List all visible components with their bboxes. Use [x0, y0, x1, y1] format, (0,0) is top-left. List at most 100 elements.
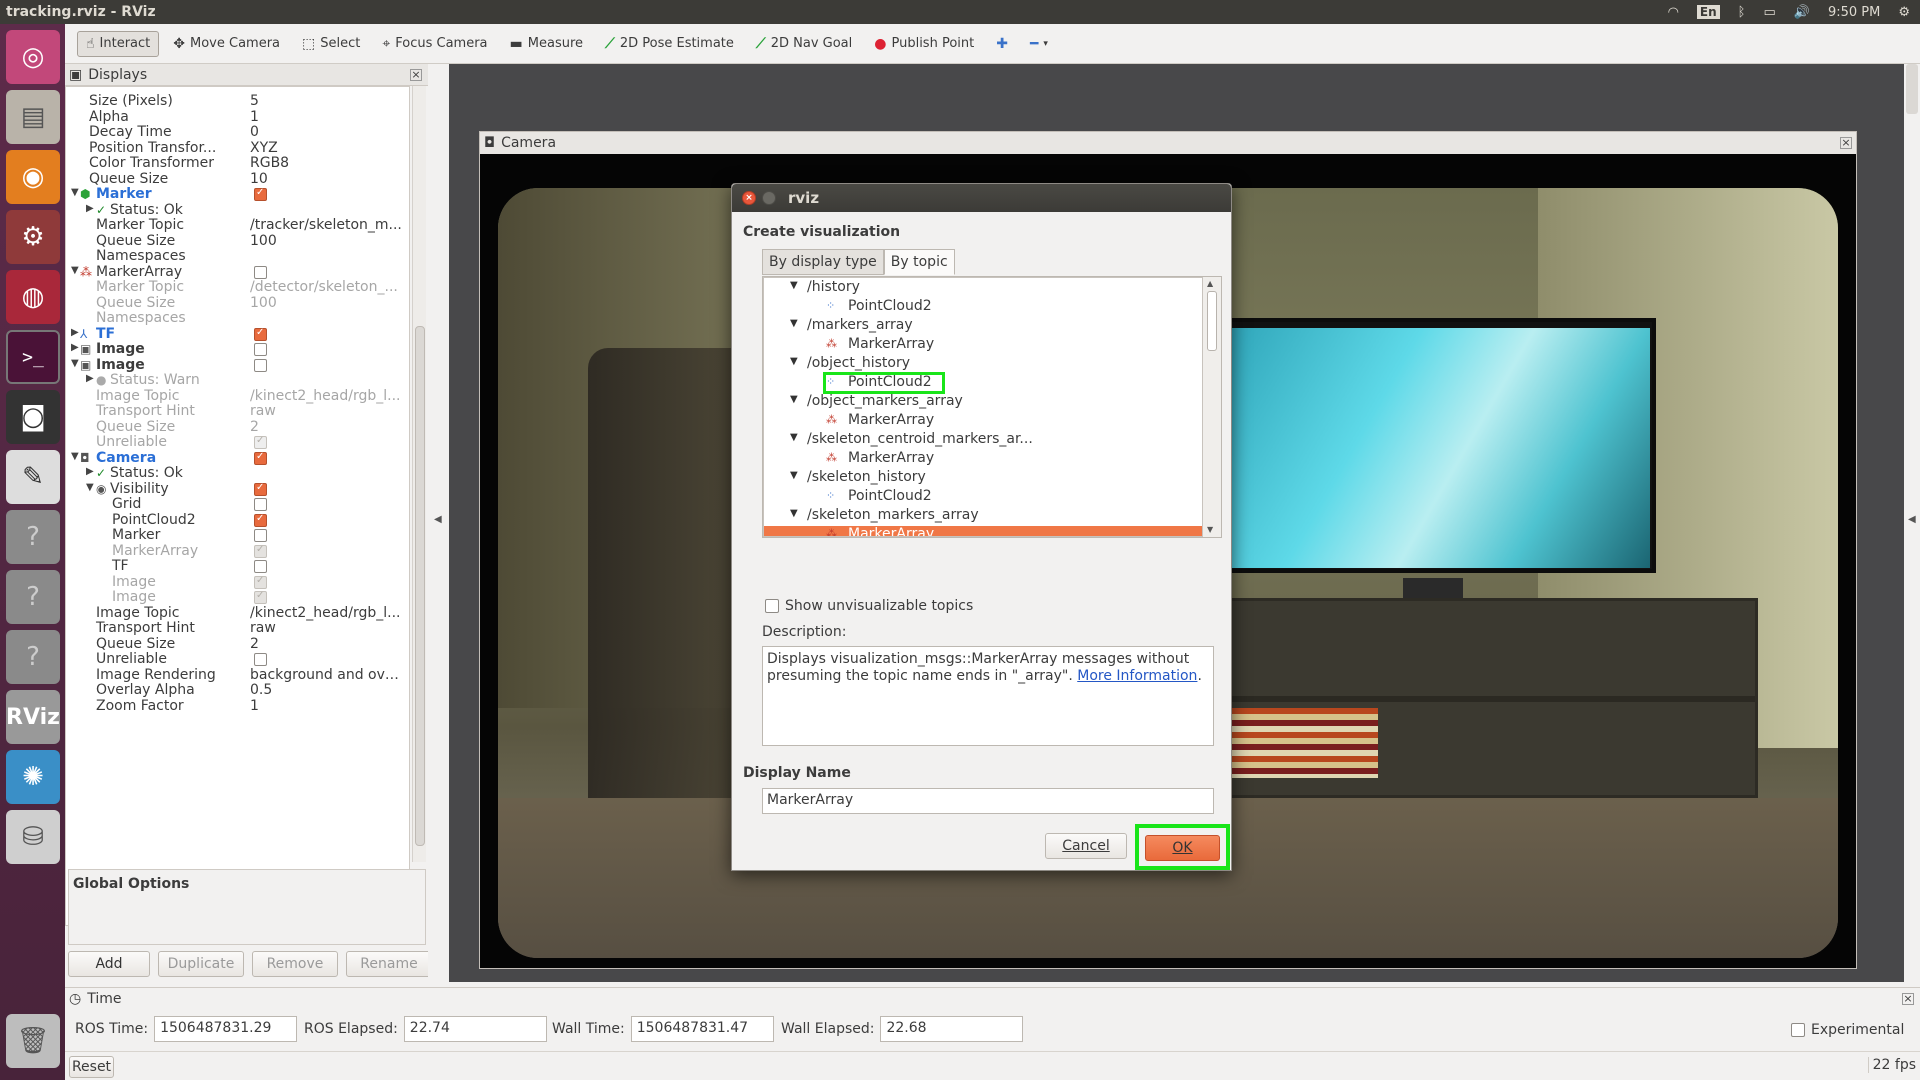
property-row[interactable]: Zoom Factor 1 — [66, 698, 409, 717]
experimental-toggle[interactable]: Experimental — [1791, 1022, 1904, 1038]
unknown-app-icon[interactable]: ? — [6, 510, 60, 564]
unreliable-checkbox[interactable] — [254, 653, 267, 666]
unknown-app-icon[interactable]: ? — [6, 570, 60, 624]
wifi-icon[interactable]: ◠ — [1668, 5, 1679, 20]
topic-scrollbar[interactable]: ▲ ▼ — [1203, 277, 1221, 537]
rviz-icon[interactable]: RViz — [6, 690, 60, 744]
pointcloud2-checkbox[interactable] — [254, 513, 267, 527]
type-item[interactable]: ⁘ PointCloud2 — [764, 372, 1202, 394]
rename-button[interactable]: Rename — [346, 951, 432, 977]
type-item[interactable]: ⁂ MarkerArray — [764, 336, 1202, 355]
disk-icon[interactable]: ⛁ — [6, 810, 60, 864]
expand-arrow-icon[interactable]: ▼ — [790, 394, 798, 405]
firefox-icon[interactable]: ◉ — [6, 150, 60, 204]
marker-checkbox[interactable] — [254, 529, 267, 542]
image-checkbox[interactable] — [254, 590, 267, 604]
tf-checkbox[interactable] — [254, 560, 267, 573]
scroll-up-icon[interactable]: ▲ — [1207, 279, 1213, 288]
topic-item[interactable]: ▼/history — [764, 279, 1202, 298]
type-item[interactable]: ⁘ PointCloud2 — [764, 298, 1202, 317]
type-item[interactable]: ⁂ MarkerArray — [764, 412, 1202, 431]
left-splitter[interactable]: ◀ — [428, 64, 449, 982]
bluetooth-icon[interactable]: ᛒ — [1738, 5, 1746, 20]
topic-item[interactable]: ▼/skeleton_markers_array — [764, 507, 1202, 526]
topic-tree[interactable]: ▼/history ⁘ PointCloud2 ▼/markers_array ⁂… — [763, 277, 1203, 537]
expand-arrow-icon[interactable]: ▼ — [71, 187, 79, 198]
display-name-input[interactable]: MarkerArray — [762, 788, 1214, 814]
expand-arrow-icon[interactable]: ▶ — [86, 203, 94, 214]
expand-arrow-icon[interactable]: ▶ — [86, 373, 94, 384]
unreliable-checkbox[interactable] — [254, 435, 267, 449]
enabled-checkbox[interactable] — [254, 266, 267, 279]
close-icon[interactable]: × — [1902, 993, 1914, 1005]
grid-checkbox[interactable] — [254, 498, 267, 511]
topic-item[interactable]: ▼/skeleton_history — [764, 469, 1202, 488]
2d-nav-goal-tool[interactable]: ⟋ 2D Nav Goal — [748, 32, 860, 56]
scroll-down-icon[interactable]: ▼ — [1207, 525, 1213, 534]
collapse-left-icon[interactable]: ◀ — [434, 514, 442, 525]
expand-arrow-icon[interactable]: ▼ — [790, 508, 798, 519]
topic-item[interactable]: ▼/object_markers_array — [764, 393, 1202, 412]
expand-arrow-icon[interactable]: ▶ — [71, 342, 79, 353]
focus-camera-tool[interactable]: ⌖ Focus Camera — [374, 32, 495, 56]
2d-pose-estimate-tool[interactable]: ⟋ 2D Pose Estimate — [597, 32, 742, 56]
clock[interactable]: 9:50 PM — [1828, 5, 1880, 20]
right-splitter[interactable]: ◀ — [1904, 64, 1920, 982]
text-editor-icon[interactable]: ✎ — [6, 450, 60, 504]
scrollbar-thumb[interactable] — [415, 326, 425, 846]
tab-by-display-type[interactable]: By display type — [762, 249, 884, 275]
ros-icon[interactable]: ✺ — [6, 750, 60, 804]
displays-scrollbar[interactable] — [412, 86, 426, 862]
files-icon[interactable]: ▤ — [6, 90, 60, 144]
publish-point-tool[interactable]: ● Publish Point — [866, 32, 982, 56]
keyboard-layout-indicator[interactable]: En — [1696, 5, 1720, 19]
interact-tool[interactable]: ☝ Interact — [77, 30, 160, 57]
experimental-checkbox[interactable] — [1791, 1023, 1805, 1037]
enabled-checkbox[interactable] — [254, 359, 267, 372]
system-settings-icon[interactable]: ⚙ — [6, 210, 60, 264]
wall-elapsed-input[interactable]: 22.68 — [880, 1016, 1024, 1042]
type-item[interactable]: ⁂ MarkerArray — [764, 450, 1202, 469]
support-icon[interactable]: ◍ — [6, 270, 60, 324]
show-unvisualizable-checkbox[interactable] — [765, 599, 779, 613]
image-checkbox[interactable] — [254, 575, 267, 589]
type-item-selected[interactable]: ⁂ MarkerArray — [764, 526, 1202, 536]
collapse-right-icon[interactable]: ◀ — [1908, 514, 1916, 525]
visibility-checkbox[interactable] — [254, 482, 267, 496]
expand-arrow-icon[interactable]: ▶ — [86, 466, 94, 477]
expand-arrow-icon[interactable]: ▼ — [71, 358, 79, 369]
ubuntu-home-icon[interactable]: ◎ — [6, 30, 60, 84]
ros-elapsed-input[interactable]: 22.74 — [403, 1016, 547, 1042]
wall-time-input[interactable]: 1506487831.47 — [630, 1016, 774, 1042]
close-icon[interactable]: × — [410, 68, 422, 81]
enabled-checkbox[interactable] — [254, 187, 267, 201]
expand-arrow-icon[interactable]: ▼ — [790, 280, 798, 291]
scrollbar-thumb[interactable] — [1906, 64, 1918, 114]
minimize-icon[interactable] — [762, 191, 776, 205]
expand-arrow-icon[interactable]: ▼ — [71, 265, 79, 276]
ok-button[interactable]: OK — [1145, 835, 1220, 861]
global-options-section[interactable]: Global Options — [68, 869, 426, 945]
close-icon[interactable]: × — [742, 191, 756, 205]
expand-arrow-icon[interactable]: ▼ — [71, 451, 79, 462]
duplicate-button[interactable]: Duplicate — [158, 951, 244, 977]
type-item[interactable]: ⁘ PointCloud2 — [764, 488, 1202, 507]
expand-arrow-icon[interactable]: ▼ — [790, 318, 798, 329]
webcam-icon[interactable]: ◙ — [6, 390, 60, 444]
show-unvisualizable-toggle[interactable]: Show unvisualizable topics — [765, 598, 973, 614]
battery-icon[interactable]: ▭ — [1763, 5, 1775, 20]
enabled-checkbox[interactable] — [254, 343, 267, 356]
unknown-app-icon[interactable]: ? — [6, 630, 60, 684]
markerarray-checkbox[interactable] — [254, 544, 267, 558]
reset-button[interactable]: Reset — [69, 1056, 114, 1078]
more-information-link[interactable]: More Information — [1077, 668, 1197, 684]
remove-button[interactable]: Remove — [252, 951, 338, 977]
expand-arrow-icon[interactable]: ▼ — [790, 356, 798, 367]
close-icon[interactable]: × — [1840, 137, 1852, 149]
expand-arrow-icon[interactable]: ▼ — [86, 482, 94, 493]
topic-item[interactable]: ▼/skeleton_centroid_markers_ar... — [764, 431, 1202, 450]
measure-tool[interactable]: ▬ Measure — [502, 32, 591, 56]
trash-icon[interactable]: 🗑 — [6, 1014, 60, 1068]
expand-arrow-icon[interactable]: ▼ — [790, 432, 798, 443]
enabled-checkbox[interactable] — [254, 327, 267, 341]
